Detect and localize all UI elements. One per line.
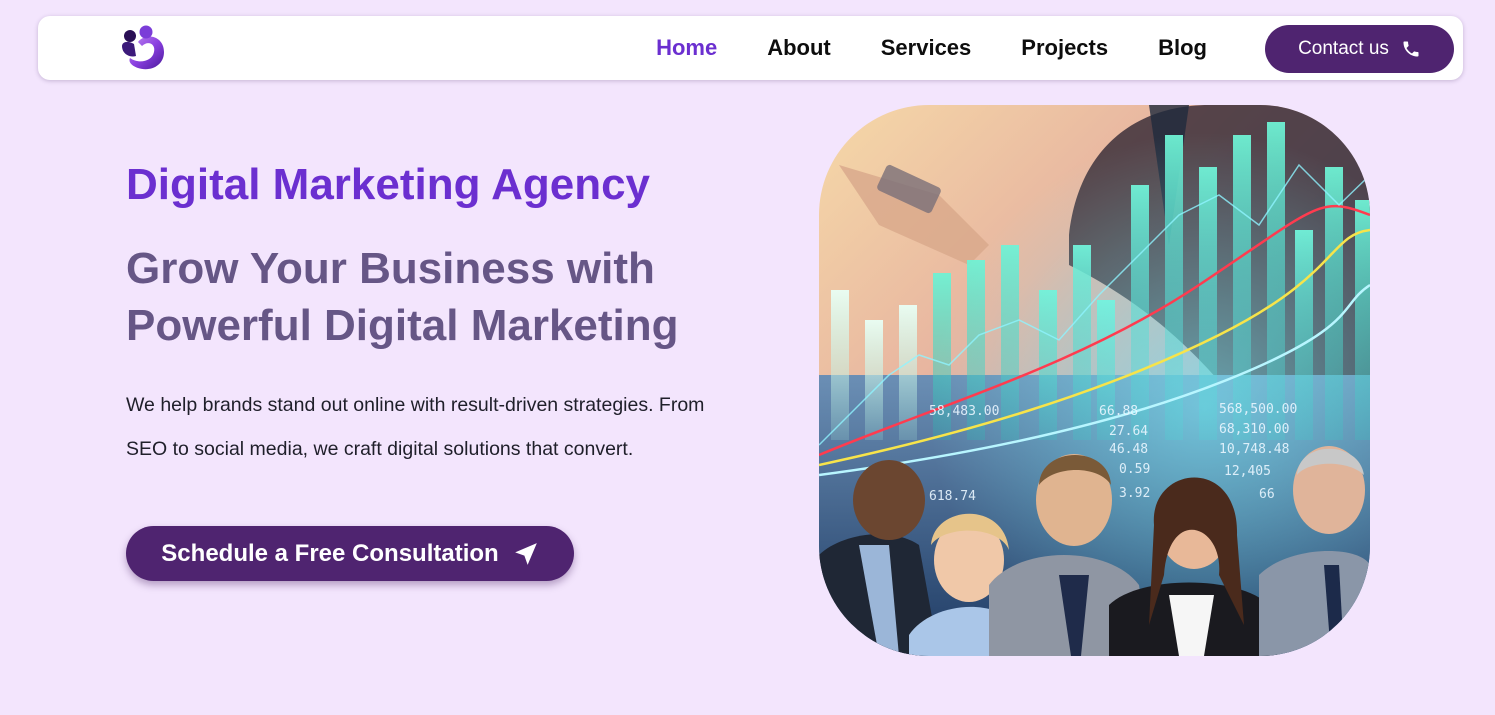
chart-number: 68,310.00: [1219, 422, 1289, 437]
nav-link-home[interactable]: Home: [656, 35, 717, 61]
chart-number: 46.48: [1109, 442, 1148, 457]
hero-headline-line2: Powerful Digital Marketing: [126, 301, 679, 350]
hero-image: 58,483.00 66.88 568,500.00 27.64 68,310.…: [819, 105, 1370, 656]
agency-logo-icon[interactable]: [116, 22, 168, 74]
main-nav: Home About Services Projects Blog: [656, 16, 1207, 80]
navbar: Home About Services Projects Blog Contac…: [38, 16, 1463, 80]
hero-headline-line1: Grow Your Business with: [126, 244, 655, 293]
nav-link-services[interactable]: Services: [881, 35, 972, 61]
cta-label: Schedule a Free Consultation: [161, 539, 499, 567]
chart-number: 66.88: [1099, 404, 1138, 419]
business-team-growth-photo: 58,483.00 66.88 568,500.00 27.64 68,310.…: [819, 105, 1370, 656]
nav-link-blog[interactable]: Blog: [1158, 35, 1207, 61]
hero-eyebrow: Digital Marketing Agency: [126, 160, 651, 209]
phone-icon: [1403, 41, 1419, 57]
chart-number: 58,483.00: [929, 404, 999, 419]
schedule-consultation-button[interactable]: Schedule a Free Consultation: [126, 526, 574, 581]
chart-number: 0.59: [1119, 462, 1150, 477]
chart-number: 568,500.00: [1219, 402, 1297, 417]
nav-link-projects[interactable]: Projects: [1021, 35, 1108, 61]
chart-number: 10,748.48: [1219, 442, 1289, 457]
hero-headline: Grow Your Business with Powerful Digital…: [126, 240, 766, 354]
hero-description: We help brands stand out online with res…: [126, 394, 705, 460]
chart-number: 3.92: [1119, 486, 1150, 501]
chart-number: 66: [1259, 487, 1275, 502]
contact-us-label: Contact us: [1298, 38, 1389, 59]
chart-number: 12,405: [1224, 464, 1271, 479]
chart-number: 27.64: [1109, 424, 1148, 439]
chart-number: 618.74: [929, 489, 976, 504]
contact-us-button[interactable]: Contact us: [1265, 25, 1454, 73]
send-arrow-icon: [514, 542, 537, 565]
nav-link-about[interactable]: About: [767, 35, 831, 61]
